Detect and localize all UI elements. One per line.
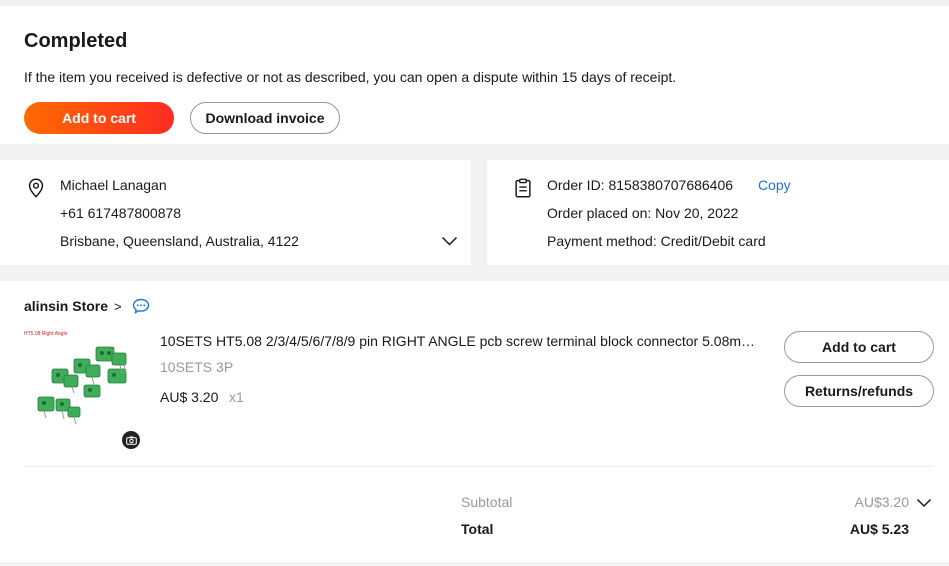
product-quantity: x1: [229, 389, 244, 405]
store-order-card: alinsin Store > HT5.08 Right Angle 10SET…: [0, 281, 949, 562]
item-add-to-cart-button[interactable]: Add to cart: [784, 331, 934, 363]
divider: [24, 466, 933, 467]
recipient-name: Michael Lanagan: [60, 177, 167, 193]
product-price: AU$ 3.20: [160, 389, 219, 405]
subtotal-value: AU$3.20: [854, 494, 909, 510]
status-description: If the item you received is defective or…: [24, 69, 677, 85]
total-value: AU$ 5.23: [849, 521, 909, 537]
camera-icon[interactable]: [122, 431, 140, 449]
order-info-card: Order ID: 8158380707686406 Copy Order pl…: [487, 160, 949, 265]
copy-order-id-link[interactable]: Copy: [758, 177, 791, 193]
chevron-down-icon[interactable]: [916, 497, 932, 509]
recipient-location: Brisbane, Queensland, Australia, 4122: [60, 233, 299, 249]
product-image[interactable]: HT5.08 Right Angle: [24, 327, 140, 449]
status-title: Completed: [24, 30, 128, 52]
download-invoice-button[interactable]: Download invoice: [190, 102, 340, 134]
total-label: Total: [461, 521, 494, 537]
order-id: Order ID: 8158380707686406: [547, 177, 734, 193]
store-link[interactable]: alinsin Store >: [24, 298, 122, 314]
store-name: alinsin Store: [24, 298, 109, 314]
returns-refunds-button[interactable]: Returns/refunds: [784, 375, 934, 407]
chevron-down-icon[interactable]: [441, 235, 458, 247]
subtotal-label: Subtotal: [461, 494, 513, 510]
location-pin-icon: [28, 178, 44, 198]
chat-icon[interactable]: [132, 298, 150, 314]
recipient-phone: +61 617487800878: [60, 205, 182, 221]
order-placed-date: Order placed on: Nov 20, 2022: [547, 205, 739, 221]
add-to-cart-button[interactable]: Add to cart: [24, 102, 174, 134]
terminal-blocks-illustration: [37, 346, 127, 425]
order-status-card: Completed If the item you received is de…: [0, 6, 949, 144]
product-sku: 10SETS 3P: [160, 359, 234, 375]
payment-method: Payment method: Credit/Debit card: [547, 233, 766, 249]
chevron-right-icon: >: [114, 298, 122, 314]
product-title[interactable]: 10SETS HT5.08 2/3/4/5/6/7/8/9 pin RIGHT …: [160, 333, 760, 349]
shipping-address-card: Michael Lanagan +61 617487800878 Brisban…: [0, 160, 471, 265]
clipboard-icon: [515, 178, 531, 198]
